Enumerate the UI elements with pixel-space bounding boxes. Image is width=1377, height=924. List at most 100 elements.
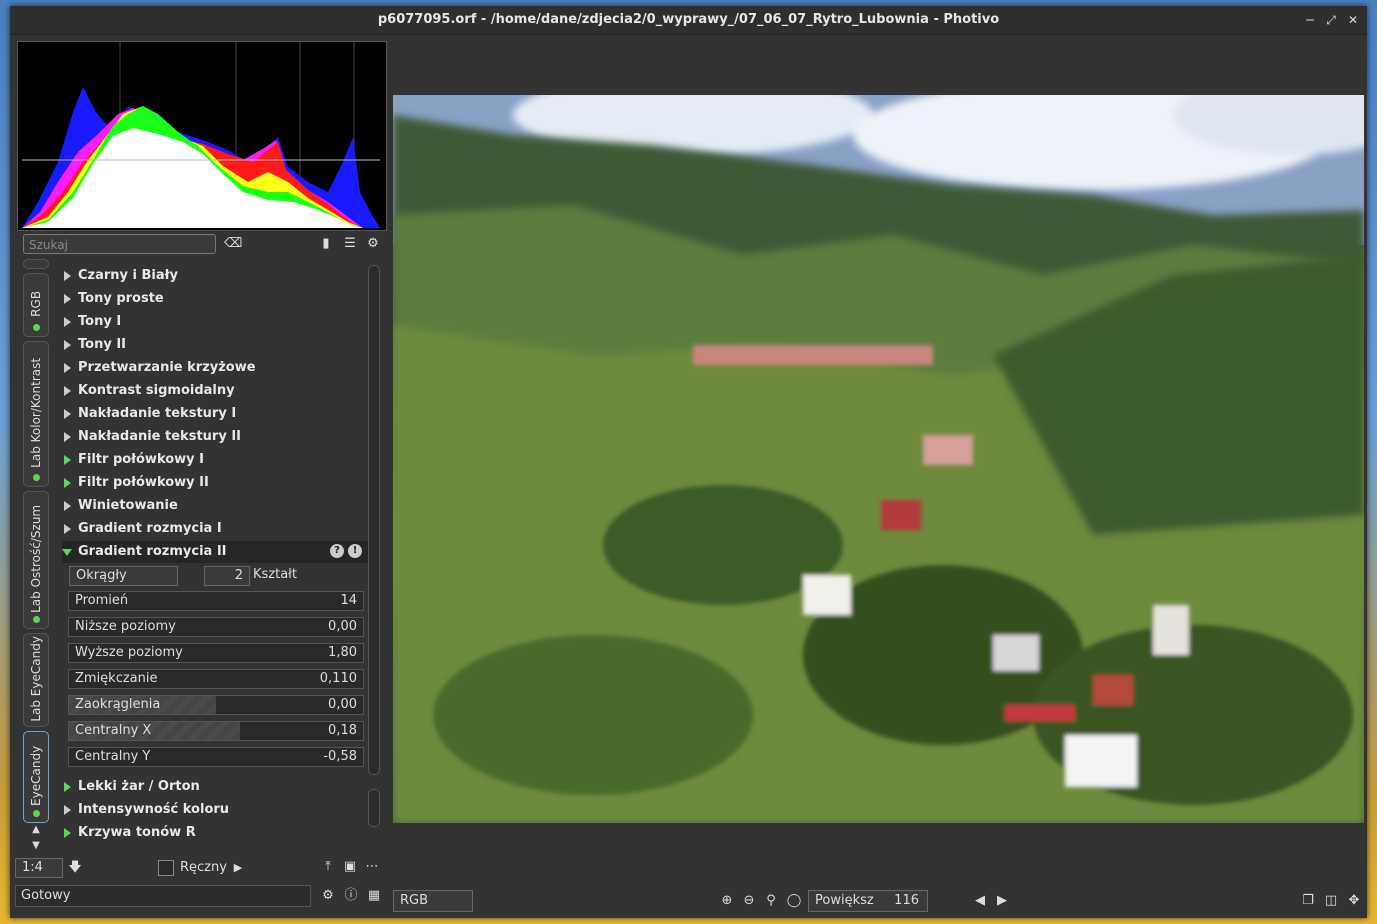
expand-icon <box>64 782 71 792</box>
color-mode-select[interactable]: RGB <box>393 890 473 912</box>
active-dot-icon <box>33 616 40 623</box>
expand-icon <box>64 432 71 442</box>
zoom-ratio-select[interactable]: 1:4 <box>15 858 63 878</box>
info-icon[interactable]: ! <box>348 544 362 558</box>
filter-item[interactable]: Filtr połówkowy I <box>62 449 368 471</box>
tab-lab-color-contrast[interactable]: Lab Kolor/Kontrast <box>23 341 49 487</box>
roundness-slider[interactable]: Zaokrąglenia 0,00 <box>68 695 364 715</box>
status-bar: Gotowy <box>15 885 311 907</box>
upper-levels-slider[interactable]: Wyższe poziomy 1,80 <box>68 643 364 663</box>
expand-icon <box>64 271 71 281</box>
info-icon[interactable]: ⓘ <box>343 888 359 904</box>
tab-hidden-top[interactable] <box>23 259 49 269</box>
manual-checkbox[interactable] <box>158 860 174 876</box>
active-dot-icon <box>33 474 40 481</box>
chevron-up-icon[interactable]: ▲ <box>29 825 43 835</box>
settings-icon[interactable]: ⚙ <box>320 888 336 904</box>
filter-item-open[interactable]: Gradient rozmycia II ? ! <box>62 541 368 563</box>
active-dot-icon <box>33 324 40 331</box>
expand-icon <box>64 363 71 373</box>
lower-levels-slider[interactable]: Niższe poziomy 0,00 <box>68 617 364 637</box>
histogram <box>17 41 387 231</box>
expand-icon <box>64 317 71 327</box>
tab-label: Lab EyeCandy <box>29 636 43 722</box>
expand-icon <box>64 409 71 419</box>
navigator-icon[interactable]: ✥ <box>1346 893 1362 909</box>
expand-icon <box>64 805 71 815</box>
arrow-down-icon[interactable]: 🡇 <box>68 860 82 876</box>
filter-item[interactable]: Krzywa tonów R <box>62 822 368 844</box>
expand-icon <box>64 455 71 465</box>
zoom-100-icon[interactable]: ◯ <box>786 893 802 909</box>
play-icon[interactable]: ▶ <box>232 860 244 876</box>
zoom-out-icon[interactable]: ⊖ <box>741 893 757 909</box>
scrollbar-bottom[interactable] <box>368 789 380 827</box>
expand-icon <box>64 524 71 534</box>
bookmark-icon[interactable]: ▮ <box>319 236 333 252</box>
center-x-slider[interactable]: Centralny X 0,18 <box>68 721 364 741</box>
collapse-icon <box>62 549 72 556</box>
gear-icon[interactable]: ⚙ <box>365 236 381 252</box>
active-dot-icon <box>33 810 40 817</box>
photo-preview[interactable] <box>393 95 1364 823</box>
manual-label: Ręczny <box>180 860 227 875</box>
radius-slider[interactable]: Promień 14 <box>68 591 364 611</box>
clear-search-icon[interactable]: ⌫ <box>224 236 242 252</box>
filter-item[interactable]: Tony II <box>62 334 368 356</box>
filter-item[interactable]: Przetwarzanie krzyżowe <box>62 357 368 379</box>
expand-icon <box>64 478 71 488</box>
export-icon[interactable]: ⤒ <box>320 859 336 875</box>
filter-item[interactable]: Lekki żar / Orton <box>62 776 368 798</box>
filter-item[interactable]: Filtr połówkowy II <box>62 472 368 494</box>
search-input[interactable]: Szukaj <box>23 234 216 254</box>
filter-item[interactable]: Nakładanie tekstury I <box>62 403 368 425</box>
zoom-fit-icon[interactable]: ⚲ <box>763 893 779 909</box>
shape-label: Kształt <box>253 567 297 582</box>
compare-icon[interactable]: ❐ <box>1300 893 1316 909</box>
expand-icon <box>64 386 71 396</box>
tab-lab-eyecandy[interactable]: Lab EyeCandy <box>23 633 49 727</box>
prev-image-icon[interactable]: ◀ <box>972 893 988 909</box>
zoom-label: Powiększ <box>815 893 874 908</box>
tab-eyecandy[interactable]: EyeCandy <box>23 731 49 823</box>
filter-item[interactable]: Tony I <box>62 311 368 333</box>
expand-icon <box>64 828 71 838</box>
tab-rgb[interactable]: RGB <box>23 273 49 337</box>
tab-label: EyeCandy <box>29 745 43 806</box>
zoom-value: 116 <box>894 893 919 908</box>
filter-scrollbar[interactable] <box>368 265 380 775</box>
maximize-icon[interactable]: ⤢ <box>1323 12 1339 28</box>
crop-icon[interactable]: ▣ <box>342 859 358 875</box>
filter-item[interactable]: Czarny i Biały <box>62 265 368 287</box>
close-icon[interactable]: ✕ <box>1345 12 1361 28</box>
filter-item[interactable]: Tony proste <box>62 288 368 310</box>
filter-item[interactable]: Kontrast sigmoidalny <box>62 380 368 402</box>
title-bar: p6077095.orf - /home/dane/zdjecia2/0_wyp… <box>10 6 1367 35</box>
filter-item[interactable]: Gradient rozmycia I <box>62 518 368 540</box>
app-window: p6077095.orf - /home/dane/zdjecia2/0_wyp… <box>10 6 1367 918</box>
filter-item[interactable]: Intensywność koloru <box>62 799 368 821</box>
expand-icon <box>64 294 71 304</box>
menu-icon[interactable]: ☰ <box>342 236 358 252</box>
window-title: p6077095.orf - /home/dane/zdjecia2/0_wyp… <box>377 12 1000 27</box>
shape-count-input[interactable]: 2 <box>204 566 250 586</box>
shape-select[interactable]: Okrągły <box>69 566 178 586</box>
vertical-tab-bar: RGB Lab Kolor/Kontrast Lab Ostrość/Szum … <box>23 259 51 851</box>
help-icon[interactable]: ? <box>330 544 344 558</box>
tab-lab-sharpness-noise[interactable]: Lab Ostrość/Szum <box>23 491 49 629</box>
softening-slider[interactable]: Zmiękczanie 0,110 <box>68 669 364 689</box>
filter-item[interactable]: Winietowanie <box>62 495 368 517</box>
expand-icon <box>64 340 71 350</box>
more-icon[interactable]: ⋯ <box>364 859 380 875</box>
grid-icon[interactable]: ▦ <box>366 888 382 904</box>
filter-item[interactable]: Nakładanie tekstury II <box>62 426 368 448</box>
chevron-down-icon[interactable]: ▼ <box>29 841 43 851</box>
fullscreen-icon[interactable]: ◫ <box>1323 893 1339 909</box>
center-y-slider[interactable]: Centralny Y -0,58 <box>68 747 364 767</box>
zoom-value-field[interactable]: Powiększ 116 <box>808 890 928 912</box>
zoom-in-icon[interactable]: ⊕ <box>719 893 735 909</box>
minimize-icon[interactable]: ─ <box>1302 12 1318 28</box>
tab-label: Lab Kolor/Kontrast <box>29 357 43 468</box>
next-image-icon[interactable]: ▶ <box>994 893 1010 909</box>
tab-label: Lab Ostrość/Szum <box>29 504 43 613</box>
